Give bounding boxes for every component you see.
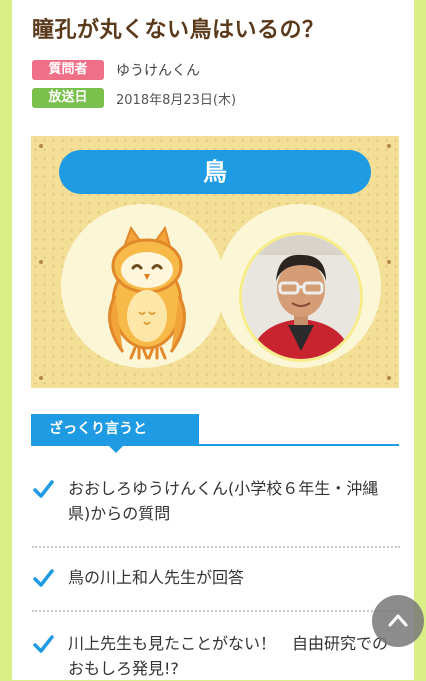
- divider: [32, 546, 400, 548]
- broadcast-date: 2018年8月23日(木): [116, 92, 237, 108]
- owl-circle: [61, 204, 225, 368]
- asker-name: ゆうけんくん: [116, 63, 200, 79]
- nail-decoration: [39, 260, 43, 264]
- asker-tag: 質問者: [32, 60, 104, 80]
- summary-item-text: おおしろゆうけんくん(小学校６年生・沖縄県)からの質問: [68, 479, 379, 523]
- check-icon: [33, 569, 54, 587]
- hero-banner: 鳥: [31, 136, 399, 388]
- divider: [32, 610, 400, 612]
- check-icon: [33, 480, 54, 498]
- teacher-portrait: [242, 235, 360, 359]
- page-title: 瞳孔が丸くない鳥はいるの？: [32, 18, 325, 43]
- chevron-up-icon: [388, 614, 408, 627]
- summary-item-text: 鳥の川上和人先生が回答: [68, 568, 245, 587]
- nail-decoration: [387, 144, 391, 148]
- nail-decoration: [39, 376, 43, 380]
- scroll-to-top-button[interactable]: [372, 595, 424, 647]
- broadcast-date-tag: 放送日: [32, 88, 104, 108]
- teacher-photo: [239, 232, 363, 362]
- owl-illustration: [108, 225, 186, 360]
- summary-item-text: 川上先生も見たことがない！ 自由研究でのおもしろ発見!?: [68, 634, 389, 678]
- summary-heading: ざっくり言うと: [31, 414, 199, 453]
- nail-decoration: [387, 260, 391, 264]
- check-icon: [33, 635, 54, 653]
- subject-label: 鳥: [59, 150, 371, 194]
- summary-underline: [31, 444, 399, 446]
- article-page: 瞳孔が丸くない鳥はいるの？ 質問者 ゆうけんくん 放送日 2018年8月23日(…: [12, 0, 414, 680]
- asker-row: 質問者 ゆうけんくん: [32, 60, 200, 80]
- nail-decoration: [387, 376, 391, 380]
- broadcast-date-row: 放送日 2018年8月23日(木): [32, 88, 236, 108]
- nail-decoration: [39, 144, 43, 148]
